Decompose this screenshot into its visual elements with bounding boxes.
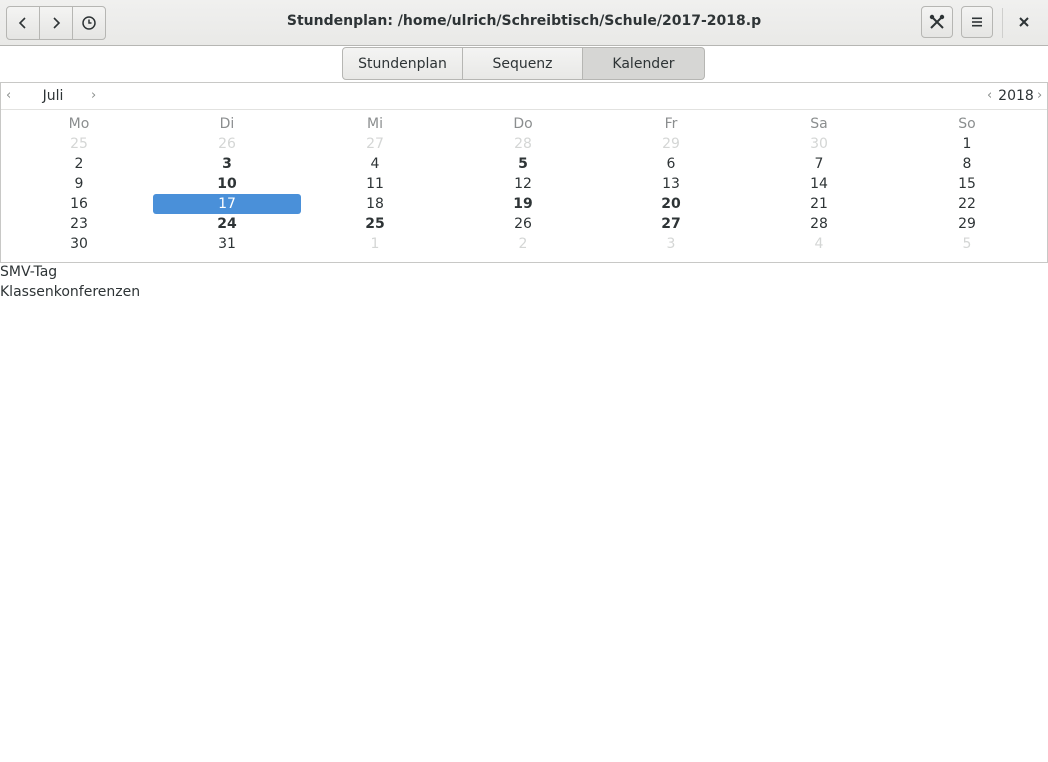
calendar-header: ‹ Juli › ‹ 2018 › bbox=[1, 83, 1047, 110]
calendar: ‹ Juli › ‹ 2018 › Mo Di Mi Do Fr Sa So 2… bbox=[0, 82, 1048, 263]
back-button[interactable] bbox=[7, 7, 40, 39]
calendar-day[interactable]: 28 bbox=[745, 214, 893, 234]
close-button[interactable] bbox=[1008, 6, 1040, 38]
history-button[interactable] bbox=[73, 7, 105, 39]
calendar-day[interactable]: 5 bbox=[449, 154, 597, 174]
hamburger-menu-icon bbox=[972, 17, 982, 27]
calendar-day[interactable]: 26 bbox=[153, 134, 301, 154]
calendar-day[interactable]: 3 bbox=[597, 234, 745, 254]
calendar-day[interactable]: 31 bbox=[153, 234, 301, 254]
previous-month-icon[interactable]: ‹ bbox=[6, 88, 11, 103]
calendar-day[interactable]: 12 bbox=[449, 174, 597, 194]
header-separator bbox=[1002, 8, 1003, 38]
event-item[interactable]: SMV-Tag bbox=[0, 262, 140, 282]
year-label: 2018 bbox=[998, 88, 1034, 104]
calendar-day[interactable]: 10 bbox=[153, 174, 301, 194]
event-list: SMV-Tag Klassenkonferenzen bbox=[0, 262, 140, 302]
calendar-day[interactable]: 28 bbox=[449, 134, 597, 154]
forward-button[interactable] bbox=[40, 7, 73, 39]
calendar-day[interactable]: 25 bbox=[301, 214, 449, 234]
calendar-day[interactable]: 7 bbox=[745, 154, 893, 174]
view-switcher: Stundenplan Sequenz Kalender bbox=[342, 47, 705, 80]
calendar-day[interactable]: 23 bbox=[5, 214, 153, 234]
calendar-day[interactable]: 27 bbox=[301, 134, 449, 154]
calendar-day[interactable]: 24 bbox=[153, 214, 301, 234]
calendar-day[interactable]: 19 bbox=[449, 194, 597, 214]
tab-kalender[interactable]: Kalender bbox=[583, 47, 705, 80]
chevron-left-icon bbox=[18, 17, 26, 29]
window-title: Stundenplan: /home/ulrich/Schreibtisch/S… bbox=[286, 13, 762, 29]
calendar-day[interactable]: 4 bbox=[301, 154, 449, 174]
weekday-label: Di bbox=[219, 116, 235, 132]
calendar-day[interactable]: 1 bbox=[301, 234, 449, 254]
calendar-day[interactable]: 29 bbox=[893, 214, 1041, 234]
calendar-day[interactable]: 2 bbox=[449, 234, 597, 254]
calendar-day[interactable]: 21 bbox=[745, 194, 893, 214]
weekday-label: So bbox=[958, 116, 976, 132]
calendar-day[interactable]: 26 bbox=[449, 214, 597, 234]
calendar-day[interactable]: 20 bbox=[597, 194, 745, 214]
calendar-day[interactable]: 22 bbox=[893, 194, 1041, 214]
calendar-day[interactable]: 30 bbox=[5, 234, 153, 254]
tab-stundenplan[interactable]: Stundenplan bbox=[342, 47, 463, 80]
navigation-group bbox=[6, 6, 106, 40]
menu-button[interactable] bbox=[961, 6, 993, 38]
calendar-day[interactable]: 9 bbox=[5, 174, 153, 194]
weekday-label: Mo bbox=[68, 116, 90, 132]
calendar-day[interactable]: 8 bbox=[893, 154, 1041, 174]
calendar-day[interactable]: 3 bbox=[153, 154, 301, 174]
calendar-day[interactable]: 30 bbox=[745, 134, 893, 154]
weekday-label: Sa bbox=[810, 116, 828, 132]
tab-sequenz[interactable]: Sequenz bbox=[463, 47, 583, 80]
calendar-day[interactable]: 27 bbox=[597, 214, 745, 234]
calendar-day[interactable]: 29 bbox=[597, 134, 745, 154]
previous-year-icon[interactable]: ‹ bbox=[987, 88, 992, 103]
chevron-right-icon bbox=[53, 17, 61, 29]
calendar-day[interactable]: 14 bbox=[745, 174, 893, 194]
calendar-day[interactable]: 2 bbox=[5, 154, 153, 174]
tools-icon bbox=[929, 14, 945, 29]
calendar-day[interactable]: 1 bbox=[893, 134, 1041, 154]
next-year-icon[interactable]: › bbox=[1037, 88, 1042, 103]
calendar-day[interactable]: 25 bbox=[5, 134, 153, 154]
tools-button[interactable] bbox=[921, 6, 953, 38]
calendar-day-selected[interactable]: 17 bbox=[153, 194, 301, 214]
calendar-day[interactable]: 16 bbox=[5, 194, 153, 214]
calendar-day[interactable]: 6 bbox=[597, 154, 745, 174]
next-month-icon[interactable]: › bbox=[91, 88, 96, 103]
header-bar: Stundenplan: /home/ulrich/Schreibtisch/S… bbox=[0, 0, 1048, 46]
calendar-day[interactable]: 4 bbox=[745, 234, 893, 254]
weekday-label: Do bbox=[513, 116, 533, 132]
weekday-label: Mi bbox=[367, 116, 383, 132]
calendar-day[interactable]: 5 bbox=[893, 234, 1041, 254]
calendar-day[interactable]: 18 bbox=[301, 194, 449, 214]
calendar-day[interactable]: 11 bbox=[301, 174, 449, 194]
close-icon bbox=[1019, 17, 1029, 27]
clock-icon bbox=[82, 16, 96, 30]
event-item[interactable]: Klassenkonferenzen bbox=[0, 282, 140, 302]
calendar-day[interactable]: 13 bbox=[597, 174, 745, 194]
calendar-day[interactable]: 15 bbox=[893, 174, 1041, 194]
month-label: Juli bbox=[42, 88, 64, 104]
weekday-label: Fr bbox=[664, 116, 678, 132]
